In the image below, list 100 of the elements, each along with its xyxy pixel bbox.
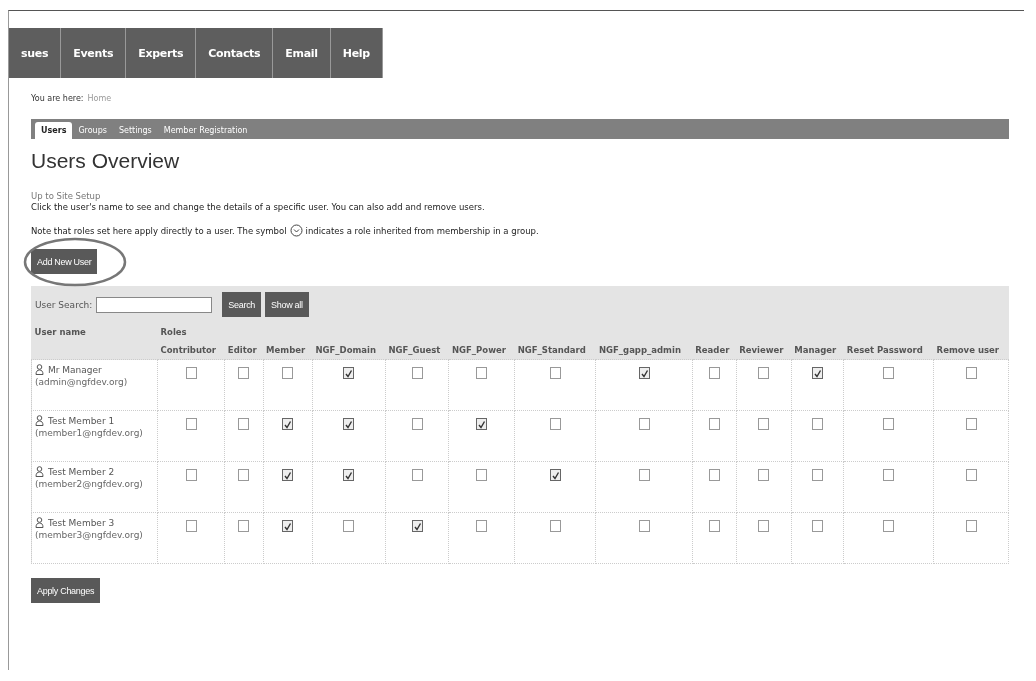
column-header: Contributor <box>157 341 225 360</box>
action-checkbox[interactable] <box>965 520 977 532</box>
role-checkbox[interactable] <box>708 520 720 532</box>
inherited-role-icon <box>289 224 303 237</box>
role-checkbox[interactable] <box>812 367 824 379</box>
column-header: Editor <box>224 341 264 360</box>
role-checkbox[interactable] <box>476 469 488 481</box>
role-checkbox[interactable] <box>238 418 250 430</box>
intro-text: Click the user's name to see and change the details of a specific user. You can also add and remove users. <box>31 202 486 212</box>
role-checkbox[interactable] <box>549 520 561 532</box>
role-checkbox[interactable] <box>638 418 650 430</box>
role-checkbox[interactable] <box>185 418 197 430</box>
breadcrumb-label: You are here: <box>31 94 84 103</box>
user-email: (member1@ngfdev.org) <box>35 428 144 438</box>
nav-tab[interactable]: Experts <box>126 28 197 78</box>
apply-changes-button[interactable]: Apply Changes <box>31 578 101 603</box>
action-checkbox[interactable] <box>883 520 895 532</box>
column-header: Reader <box>692 341 737 360</box>
user-email: (member3@ngfdev.org) <box>35 530 144 540</box>
note-text: Note that roles set here apply directly to a user. The symbol <box>31 225 287 236</box>
column-header: Reset Password <box>843 341 934 360</box>
role-checkbox[interactable] <box>411 418 423 430</box>
column-header: NGF_gapp_admin <box>595 341 693 360</box>
role-checkbox[interactable] <box>411 469 423 481</box>
column-header: User name <box>33 326 87 339</box>
tab[interactable]: Groups <box>72 122 113 139</box>
user-name-link[interactable]: Test Member 2 <box>48 466 115 477</box>
role-checkbox[interactable] <box>185 469 197 481</box>
role-checkbox[interactable] <box>638 469 650 481</box>
column-header: NGF_Guest <box>385 341 449 360</box>
search-button[interactable]: Search <box>222 292 262 317</box>
role-checkbox[interactable] <box>282 367 294 379</box>
nav-tab[interactable]: Events <box>61 28 127 78</box>
action-checkbox[interactable] <box>883 469 895 481</box>
role-checkbox[interactable] <box>758 520 770 532</box>
search-field[interactable] <box>96 296 213 313</box>
user-icon <box>35 415 44 426</box>
role-checkbox[interactable] <box>476 418 488 430</box>
role-checkbox[interactable] <box>238 367 250 379</box>
role-checkbox[interactable] <box>343 469 355 481</box>
role-checkbox[interactable] <box>758 367 770 379</box>
role-checkbox[interactable] <box>549 418 561 430</box>
role-checkbox[interactable] <box>343 418 355 430</box>
role-checkbox[interactable] <box>549 367 561 379</box>
role-checkbox[interactable] <box>638 367 650 379</box>
role-checkbox[interactable] <box>812 469 824 481</box>
column-header: Manager <box>791 341 844 360</box>
tab[interactable]: Settings <box>112 122 158 139</box>
role-checkbox[interactable] <box>238 520 250 532</box>
column-header: Roles <box>159 326 188 339</box>
role-checkbox[interactable] <box>282 418 294 430</box>
role-checkbox[interactable] <box>708 367 720 379</box>
role-checkbox[interactable] <box>282 520 294 532</box>
nav-tab[interactable]: sues <box>9 28 62 78</box>
role-checkbox[interactable] <box>476 367 488 379</box>
column-header: NGF_Domain <box>312 341 386 360</box>
user-icon <box>35 517 44 528</box>
role-checkbox[interactable] <box>758 469 770 481</box>
role-checkbox[interactable] <box>185 367 197 379</box>
nav-tab[interactable]: Contacts <box>196 28 274 78</box>
user-name-link[interactable]: Mr Manager <box>48 364 102 375</box>
action-checkbox[interactable] <box>965 418 977 430</box>
role-checkbox[interactable] <box>758 418 770 430</box>
action-checkbox[interactable] <box>883 367 895 379</box>
action-checkbox[interactable] <box>883 418 895 430</box>
role-checkbox[interactable] <box>343 367 355 379</box>
nav-tab[interactable]: Help <box>330 28 383 78</box>
user-email: (member2@ngfdev.org) <box>35 479 144 489</box>
column-header: NGF_Power <box>448 341 515 360</box>
up-link[interactable]: Up to Site Setup <box>31 191 1009 201</box>
search-button[interactable]: Show all <box>265 292 309 317</box>
tab[interactable]: Users <box>35 122 73 139</box>
role-checkbox[interactable] <box>476 520 488 532</box>
role-checkbox[interactable] <box>549 469 561 481</box>
search-label: User Search: <box>35 299 93 310</box>
add-user-button[interactable]: Add New User <box>31 249 98 274</box>
note-text: indicates a role inherited from membership in a group. <box>305 225 539 236</box>
role-checkbox[interactable] <box>812 520 824 532</box>
tab[interactable]: Member Registration <box>157 122 254 139</box>
role-checkbox[interactable] <box>708 469 720 481</box>
action-checkbox[interactable] <box>965 469 977 481</box>
column-header: Reviewer <box>736 341 792 360</box>
user-name-link[interactable]: Test Member 1 <box>48 415 115 426</box>
page-title: Users Overview <box>31 149 181 173</box>
role-checkbox[interactable] <box>411 520 423 532</box>
role-checkbox[interactable] <box>238 469 250 481</box>
user-icon <box>35 364 44 375</box>
user-name-link[interactable]: Test Member 3 <box>48 517 115 528</box>
role-checkbox[interactable] <box>185 520 197 532</box>
role-checkbox[interactable] <box>638 520 650 532</box>
column-header: Remove user <box>933 341 1009 360</box>
action-checkbox[interactable] <box>965 367 977 379</box>
role-checkbox[interactable] <box>812 418 824 430</box>
role-checkbox[interactable] <box>411 367 423 379</box>
nav-tab[interactable]: Email <box>273 28 331 78</box>
role-checkbox[interactable] <box>282 469 294 481</box>
user-email: (admin@ngfdev.org) <box>35 377 129 387</box>
role-checkbox[interactable] <box>708 418 720 430</box>
role-checkbox[interactable] <box>343 520 355 532</box>
column-header: Member <box>263 341 313 360</box>
